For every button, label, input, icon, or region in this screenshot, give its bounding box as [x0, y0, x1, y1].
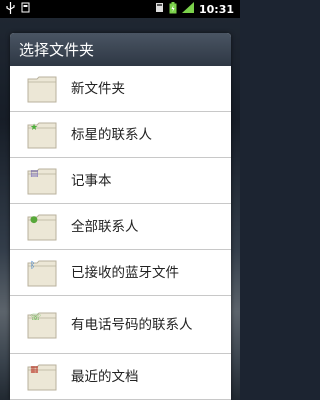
folder-label: 最近的文档: [71, 368, 139, 385]
folder-label: 新文件夹: [71, 80, 125, 97]
folder-badge-icon: ☏: [30, 312, 42, 323]
folder-list-item[interactable]: ● 全部联系人: [10, 204, 231, 250]
phone-contacts-folder-icon: ☏: [27, 311, 57, 339]
folder-label: 已接收的蓝牙文件: [71, 264, 179, 281]
recent-documents-folder-icon: ▦: [27, 363, 57, 391]
folder-list: 新文件夹 ★ 标星的联系人 ▤ 记事本 ● 全部联系人 ᛒ 已接收的蓝牙文件 ☏ 有电话号码的联系人…: [10, 66, 231, 400]
status-bar: 10:31: [0, 0, 240, 18]
folder-list-item[interactable]: ᛒ 已接收的蓝牙文件: [10, 250, 231, 296]
contacts-folder-icon: ●: [27, 213, 57, 241]
usb-icon: [6, 1, 15, 17]
folder-badge-icon: ▤: [30, 168, 39, 179]
notification-icon: [155, 2, 164, 16]
battery-charging-icon: [169, 1, 177, 17]
folder-badge-icon: ▦: [30, 364, 39, 375]
folder-list-item[interactable]: ▦ 最近的文档: [10, 354, 231, 400]
folder-label: 标星的联系人: [71, 126, 152, 143]
signal-icon: [181, 2, 194, 16]
status-time: 10:31: [198, 2, 234, 16]
bluetooth-folder-icon: ᛒ: [27, 259, 57, 287]
folder-list-item[interactable]: 新文件夹: [10, 66, 231, 112]
folder-badge-icon: ●: [30, 214, 38, 225]
folder-badge-icon: ★: [30, 122, 39, 133]
choose-folder-dialog: 选择文件夹 新文件夹 ★ 标星的联系人 ▤ 记事本 ● 全部联系人 ᛒ 已接收的蓝牙文件 ☏ 有电话…: [10, 33, 231, 400]
folder-list-item[interactable]: ★ 标星的联系人: [10, 112, 231, 158]
notes-folder-icon: ▤: [27, 167, 57, 195]
dialog-header: 选择文件夹: [10, 33, 231, 66]
folder-list-item[interactable]: ☏ 有电话号码的联系人: [10, 296, 231, 354]
dialog-title: 选择文件夹: [19, 41, 95, 59]
starred-contacts-folder-icon: ★: [27, 121, 57, 149]
storage-icon: [21, 2, 30, 16]
folder-label: 全部联系人: [71, 218, 139, 235]
folder-list-item[interactable]: ▤ 记事本: [10, 158, 231, 204]
folder-icon: [27, 75, 57, 103]
folder-label: 有电话号码的联系人: [71, 316, 193, 333]
folder-label: 记事本: [71, 172, 112, 189]
folder-badge-icon: ᛒ: [30, 260, 36, 271]
